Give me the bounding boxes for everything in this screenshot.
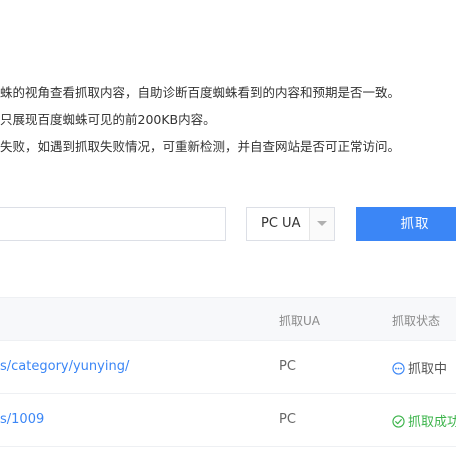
row-ua: PC	[279, 359, 296, 374]
row-url-link[interactable]: s/category/yunying/	[0, 359, 129, 374]
row-status: 抓取中	[392, 358, 447, 377]
ua-selected-value: PC UA	[261, 216, 301, 231]
fetch-diagnosis-page: 蛛的视角查看抓取内容，自助诊断百度蜘蛛看到的内容和预期是否一致。 只展现百度蜘蛛…	[0, 0, 456, 460]
fetch-button[interactable]: 抓取	[356, 207, 456, 241]
table-row: s/1009 PC 抓取成功	[0, 394, 456, 447]
row-status-label: 抓取中	[408, 362, 448, 377]
table-header: 抓取UA 抓取状态	[0, 297, 456, 341]
row-url-link[interactable]: s/1009	[0, 412, 44, 427]
description-line-3: 失败，如遇到抓取失败情况，可重新检测，并自查网站是否可正常访问。	[0, 139, 401, 154]
ua-select[interactable]: PC UA	[246, 207, 335, 241]
row-ua: PC	[279, 412, 296, 427]
column-header-ua: 抓取UA	[279, 314, 320, 328]
column-header-status: 抓取状态	[392, 314, 441, 328]
row-status-label: 抓取成功	[408, 415, 456, 430]
description-line-1: 蛛的视角查看抓取内容，自助诊断百度蜘蛛看到的内容和预期是否一致。	[0, 85, 401, 100]
description-line-2: 只展现百度蜘蛛可见的前200KB内容。	[0, 112, 216, 127]
chevron-down-icon	[317, 221, 327, 226]
row-status: 抓取成功	[392, 411, 456, 430]
loading-dots-icon	[392, 362, 405, 375]
check-circle-icon	[392, 415, 405, 428]
ua-dropdown-toggle[interactable]	[309, 208, 334, 240]
table-row: s/category/yunying/ PC 抓取中	[0, 341, 456, 394]
url-input[interactable]	[0, 207, 226, 241]
